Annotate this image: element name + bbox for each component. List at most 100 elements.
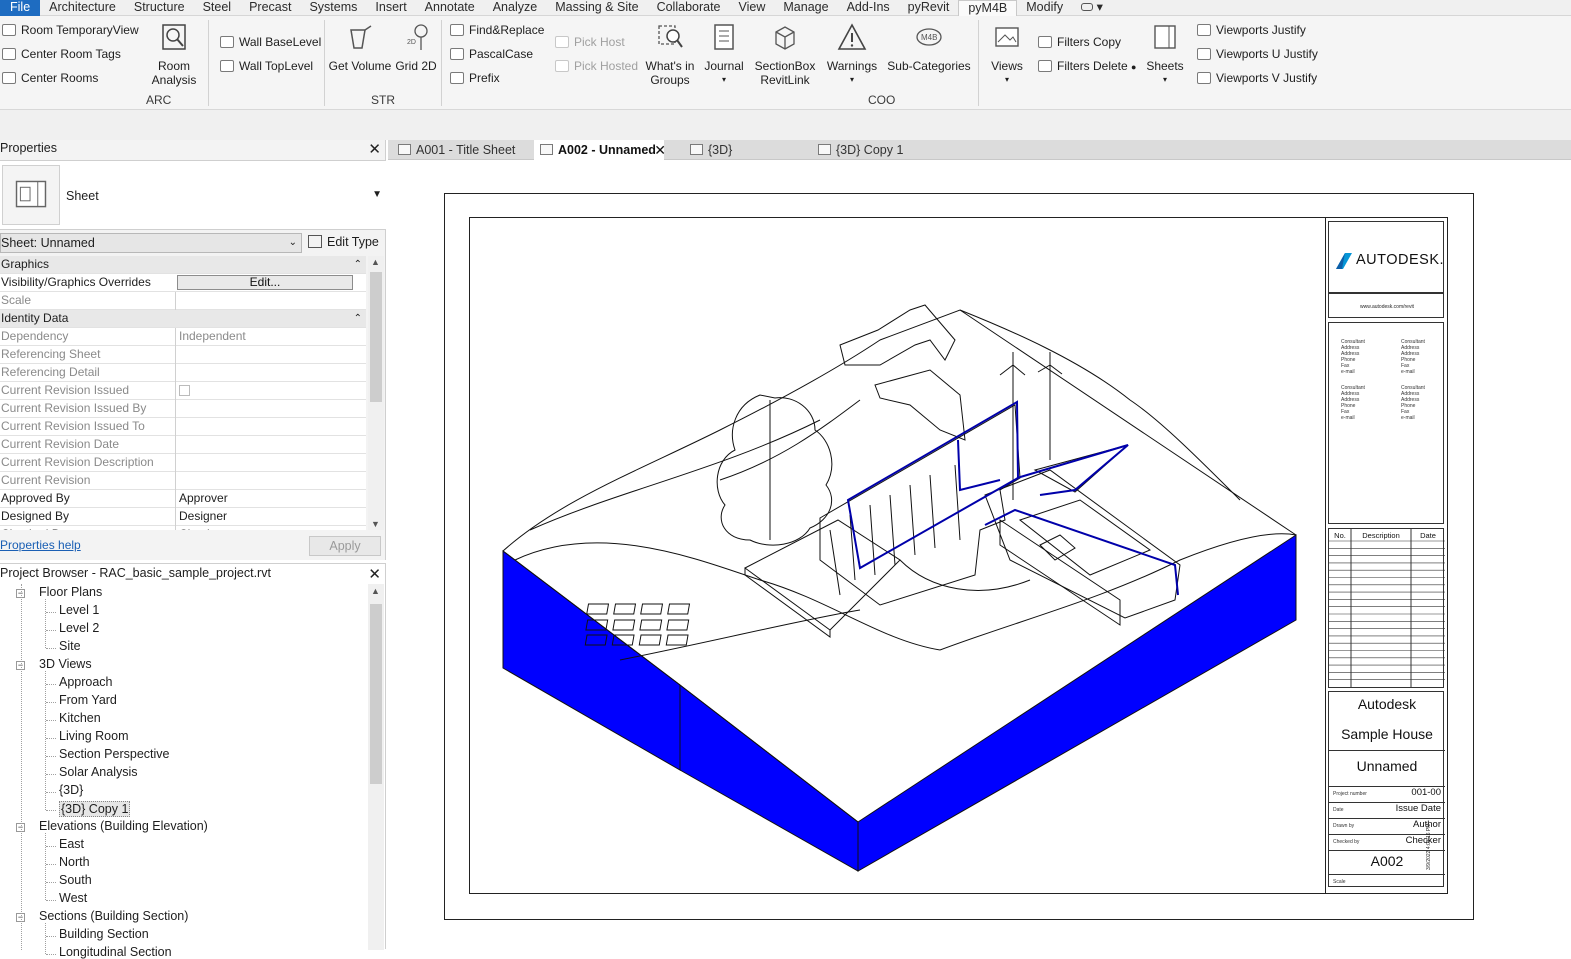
property-group-header[interactable]: Identity Data ⌃ xyxy=(0,310,366,328)
menu-tab-structure[interactable]: Structure xyxy=(125,0,194,16)
chevron-down-icon[interactable]: ⌄ xyxy=(289,234,297,252)
tree-view-item[interactable]: North xyxy=(59,855,90,869)
filters-copy-button[interactable]: Filters Copy xyxy=(1038,35,1121,49)
browser-scrollbar[interactable]: ▲ xyxy=(368,584,384,950)
tree-view-item[interactable]: Site xyxy=(59,639,81,653)
tree-view-item[interactable]: Solar Analysis xyxy=(59,765,138,779)
tree-group-floor-plans[interactable]: Floor Plans xyxy=(39,585,102,599)
tree-view-item[interactable]: East xyxy=(59,837,84,851)
close-icon[interactable]: ✕ xyxy=(368,565,381,583)
tree-view-item[interactable]: Kitchen xyxy=(59,711,101,725)
menu-tab-steel[interactable]: Steel xyxy=(194,0,241,16)
center-rooms-button[interactable]: Center Rooms xyxy=(2,71,98,85)
apply-button[interactable]: Apply xyxy=(309,536,381,556)
property-value[interactable] xyxy=(175,418,355,436)
viewports-v-justify-button[interactable]: Viewports V Justify xyxy=(1197,71,1317,85)
tree-view-item[interactable]: West xyxy=(59,891,87,905)
close-icon[interactable]: ✕ xyxy=(368,140,381,158)
tree-group-sections[interactable]: Sections (Building Section) xyxy=(39,909,188,923)
property-value[interactable]: Designer xyxy=(175,508,355,526)
close-tab-icon[interactable]: ✕ xyxy=(654,140,666,160)
property-value[interactable] xyxy=(175,454,355,472)
wall-base-level-button[interactable]: Wall BaseLevel xyxy=(220,35,321,49)
journal-button[interactable]: Journal ▾ xyxy=(702,22,746,87)
view-tab[interactable]: A002 - Unnamed ✕ xyxy=(534,140,666,160)
tree-view-item[interactable]: {3D} xyxy=(59,783,83,797)
wall-top-level-button[interactable]: Wall TopLevel xyxy=(220,59,313,73)
view-tab[interactable]: A001 - Title Sheet xyxy=(392,140,532,160)
menu-tab-annotate[interactable]: Annotate xyxy=(416,0,484,16)
menu-tab-insert[interactable]: Insert xyxy=(366,0,415,16)
menu-tab-collaborate[interactable]: Collaborate xyxy=(648,0,730,16)
get-volume-button[interactable]: Get Volume xyxy=(328,22,392,73)
menu-tab-pym4b[interactable]: pyM4B xyxy=(958,0,1018,16)
property-value[interactable] xyxy=(175,400,355,418)
viewports-u-justify-button[interactable]: Viewports U Justify xyxy=(1197,47,1318,61)
scroll-thumb[interactable] xyxy=(370,272,382,402)
edit-type-button[interactable]: Edit Type xyxy=(308,235,379,249)
view-tab[interactable]: {3D} xyxy=(684,140,808,160)
pick-host-button[interactable]: Pick Host xyxy=(555,35,625,49)
tree-view-item[interactable]: South xyxy=(59,873,92,887)
tree-view-item[interactable]: Section Perspective xyxy=(59,747,169,761)
collapse-icon[interactable]: ⌃ xyxy=(354,310,362,327)
visibility-graphics-edit-button[interactable]: Edit... xyxy=(177,275,353,290)
tree-view-item[interactable]: Longitudinal Section xyxy=(59,945,172,959)
sheets-button[interactable]: Sheets ▾ xyxy=(1144,22,1186,87)
property-value[interactable] xyxy=(175,436,355,454)
menu-tab-precast[interactable]: Precast xyxy=(240,0,300,16)
room-temporary-view-button[interactable]: Room TemporaryView xyxy=(2,23,139,37)
menu-tab-massing-site[interactable]: Massing & Site xyxy=(546,0,647,16)
sub-categories-button[interactable]: M4B Sub-Categories xyxy=(886,22,972,73)
tree-view-item[interactable]: Level 1 xyxy=(59,603,99,617)
grid-2d-button[interactable]: 2D Grid 2D xyxy=(394,22,438,73)
tree-view-item[interactable]: {3D} Copy 1 xyxy=(59,801,131,817)
properties-scrollbar[interactable]: ▲ ▼ xyxy=(368,256,384,530)
property-value[interactable] xyxy=(175,364,355,382)
menu-tab-manage[interactable]: Manage xyxy=(774,0,837,16)
menu-tab-analyze[interactable]: Analyze xyxy=(484,0,546,16)
properties-help-link[interactable]: Properties help xyxy=(0,538,81,552)
views-button[interactable]: Views ▾ xyxy=(986,22,1028,87)
tree-view-item[interactable]: Building Section xyxy=(59,927,149,941)
property-value[interactable] xyxy=(175,346,355,364)
scroll-up-icon[interactable]: ▲ xyxy=(371,586,380,596)
menu-tab-add-ins[interactable]: Add-Ins xyxy=(838,0,899,16)
collapse-icon[interactable]: ⌃ xyxy=(354,256,362,273)
whats-in-groups-button[interactable]: What's in Groups xyxy=(642,22,698,87)
pascal-case-button[interactable]: PascalCase xyxy=(450,47,533,61)
menu-tab-architecture[interactable]: Architecture xyxy=(40,0,125,16)
property-value[interactable] xyxy=(175,292,355,310)
tree-view-item[interactable]: From Yard xyxy=(59,693,117,707)
instance-selector[interactable]: Sheet: Unnamed ⌄ xyxy=(0,233,302,253)
menu-tab-file[interactable]: File xyxy=(0,0,41,16)
center-room-tags-button[interactable]: Center Room Tags xyxy=(2,47,121,61)
scroll-up-icon[interactable]: ▲ xyxy=(371,257,380,267)
quick-access-dropdown-icon[interactable]: ▾ xyxy=(1072,0,1112,16)
pick-hosted-button[interactable]: Pick Hosted xyxy=(555,59,638,73)
filters-delete-button[interactable]: Filters Delete ● xyxy=(1038,59,1136,73)
warnings-button[interactable]: Warnings ▾ xyxy=(824,22,880,87)
tree-group-elevations[interactable]: Elevations (Building Elevation) xyxy=(39,819,208,833)
property-value[interactable]: Approver xyxy=(175,490,355,508)
tree-view-item[interactable]: Approach xyxy=(59,675,113,689)
viewports-justify-button[interactable]: Viewports Justify xyxy=(1197,23,1306,37)
property-value[interactable]: Independent xyxy=(175,328,355,346)
scroll-down-icon[interactable]: ▼ xyxy=(371,519,380,529)
menu-tab-modify[interactable]: Modify xyxy=(1017,0,1072,16)
sectionbox-revitlink-button[interactable]: SectionBox RevitLink xyxy=(752,22,818,87)
menu-tab-pyrevit[interactable]: pyRevit xyxy=(899,0,959,16)
room-analysis-button[interactable]: Room Analysis xyxy=(148,22,200,87)
property-group-header[interactable]: Graphics ⌃ xyxy=(0,256,366,274)
property-value[interactable] xyxy=(175,472,355,490)
tree-view-item[interactable]: Living Room xyxy=(59,729,128,743)
tree-view-item[interactable]: Level 2 xyxy=(59,621,99,635)
type-selector[interactable]: Sheet ▼ xyxy=(0,160,386,230)
chevron-down-icon[interactable]: ▼ xyxy=(372,189,382,200)
menu-tab-systems[interactable]: Systems xyxy=(300,0,366,16)
menu-tab-view[interactable]: View xyxy=(730,0,775,16)
find-replace-button[interactable]: Find&Replace xyxy=(450,23,544,37)
prefix-button[interactable]: Prefix xyxy=(450,71,500,85)
scroll-thumb[interactable] xyxy=(370,604,382,784)
tree-group-3d-views[interactable]: 3D Views xyxy=(39,657,92,671)
